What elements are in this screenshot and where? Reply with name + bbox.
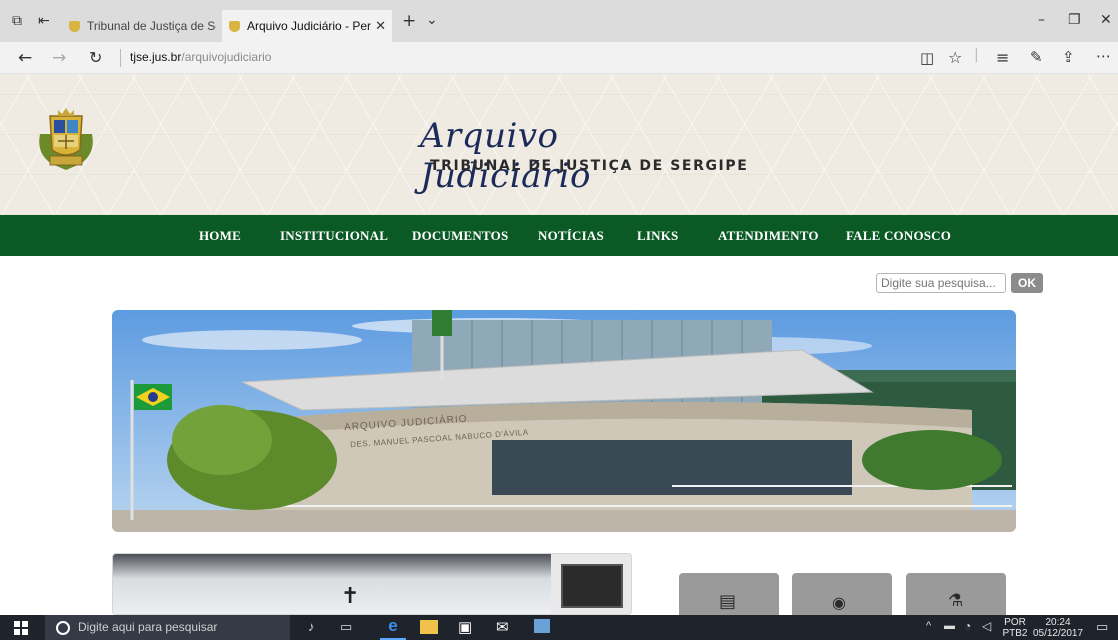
task-view-icon[interactable]: ▭ — [340, 619, 352, 635]
clock-date: 05/12/2017 — [1032, 628, 1084, 639]
refresh-icon[interactable]: ↻ — [89, 48, 102, 67]
tab-preview-chevron-icon[interactable]: ⌄ — [426, 12, 438, 28]
browser-tab-strip: ⧉ ⇤ Tribunal de Justiça de Sergip Arquiv… — [0, 0, 1118, 42]
site-subtitle: TRIBUNAL DE JUSTIÇA DE SERGIPE — [430, 158, 749, 174]
tribunal-favicon-icon — [228, 20, 241, 33]
nav-home[interactable]: HOME — [199, 228, 241, 244]
reading-view-icon[interactable]: ◫ — [920, 49, 934, 67]
url-path: /arquivojudiciario — [181, 50, 272, 64]
close-icon[interactable]: ✕ — [1100, 12, 1112, 28]
research-tile[interactable]: ⚗ — [906, 573, 1006, 615]
new-tab-button[interactable]: + — [402, 11, 416, 31]
clock-time: 20:24 — [1045, 617, 1071, 628]
url-domain: tjse.jus.br — [130, 50, 182, 64]
url-field[interactable]: tjse.jus.br/arquivojudiciario — [130, 50, 271, 64]
search-ok-button[interactable]: OK — [1011, 273, 1043, 293]
court-coat-of-arms-icon[interactable] — [30, 104, 102, 176]
main-nav: HOME INSTITUCIONAL DOCUMENTOS NOTÍCIAS L… — [0, 215, 1118, 256]
wifi-icon[interactable]: ◔ — [964, 619, 971, 633]
nav-fale-conosco[interactable]: FALE CONOSCO — [846, 228, 951, 244]
tab-title: Tribunal de Justiça de Sergip — [87, 19, 216, 33]
set-aside-icon[interactable]: ⇤ — [38, 13, 50, 29]
back-icon[interactable]: ← — [18, 48, 32, 68]
tab-actions-icon[interactable]: ⧉ — [12, 13, 22, 29]
favorites-icon[interactable]: ☆ — [948, 48, 962, 67]
notes-icon[interactable]: ✎ — [1030, 48, 1043, 66]
divider-2: | — [974, 47, 979, 63]
microscope-icon: ⚗ — [948, 591, 964, 611]
site-title: Arquivo Judiciário — [420, 116, 591, 196]
tribunal-favicon-icon — [68, 20, 81, 33]
taskbar-search-placeholder: Digite aqui para pesquisar — [78, 620, 218, 634]
keyboard-layout: PTB2 — [1002, 628, 1028, 639]
news-card[interactable]: ✝ — [112, 553, 632, 615]
nav-institucional[interactable]: INSTITUCIONAL — [280, 228, 388, 244]
tab-title: Arquivo Judiciário - Perç — [247, 19, 372, 33]
divider — [120, 49, 121, 67]
forward-icon[interactable]: → — [52, 48, 66, 68]
site-header: Arquivo Judiciário TRIBUNAL DE JUSTIÇA D… — [0, 74, 1118, 215]
clock[interactable]: 20:24 05/12/2017 — [1030, 617, 1086, 639]
nav-documentos[interactable]: DOCUMENTOS — [412, 228, 508, 244]
gallery-tile[interactable]: ◉ — [792, 573, 892, 615]
edge-icon[interactable]: e — [380, 616, 406, 640]
tab-tribunal[interactable]: Tribunal de Justiça de Sergip — [62, 10, 222, 42]
language-code: POR — [1004, 617, 1026, 628]
store-icon[interactable]: ▣ — [458, 618, 472, 636]
volume-icon[interactable]: ◁ — [982, 619, 991, 633]
battery-icon[interactable]: ▬ — [944, 620, 955, 632]
microphone-icon[interactable]: ♪ — [308, 619, 315, 634]
windows-start-icon[interactable] — [14, 621, 28, 635]
banner-photo: ARQUIVO JUDICIÁRIO DES. MANUEL PASCOAL N… — [112, 310, 1016, 532]
book-icon: ▤ — [719, 591, 737, 612]
hub-icon[interactable]: ≡ — [996, 48, 1009, 67]
photos-icon[interactable] — [534, 619, 550, 633]
nav-noticias[interactable]: NOTÍCIAS — [538, 228, 604, 244]
minimize-icon[interactable]: – — [1038, 12, 1045, 28]
show-hidden-icons-icon[interactable]: ^ — [926, 620, 931, 632]
mail-icon[interactable]: ✉ — [496, 618, 509, 636]
news-photo — [113, 554, 551, 614]
nav-links[interactable]: LINKS — [637, 228, 678, 244]
share-icon[interactable]: ⇪ — [1062, 48, 1075, 66]
file-explorer-icon[interactable] — [420, 620, 438, 634]
cortana-icon — [56, 621, 70, 635]
cross-icon: ✝ — [341, 584, 360, 609]
close-tab-icon[interactable]: ✕ — [375, 18, 386, 34]
maximize-icon[interactable]: ❐ — [1068, 12, 1081, 28]
camera-icon: ◉ — [832, 593, 846, 612]
address-bar: ← → ↻ tjse.jus.br/arquivojudiciario ◫ ☆ … — [0, 42, 1118, 74]
language-indicator[interactable]: POR PTB2 — [1000, 617, 1030, 639]
windows-taskbar: Digite aqui para pesquisar ♪ ▭ e ▣ ✉ ^ ▬… — [0, 615, 1118, 640]
tab-arquivo-judiciario[interactable]: Arquivo Judiciário - Perç ✕ — [222, 10, 392, 42]
nav-atendimento[interactable]: ATENDIMENTO — [718, 228, 819, 244]
books-tile[interactable]: ▤ — [679, 573, 779, 615]
thumbnail[interactable] — [561, 564, 623, 608]
action-center-icon[interactable]: ▭ — [1096, 619, 1108, 635]
search-input[interactable] — [876, 273, 1006, 293]
more-icon[interactable]: ⋯ — [1096, 47, 1111, 65]
